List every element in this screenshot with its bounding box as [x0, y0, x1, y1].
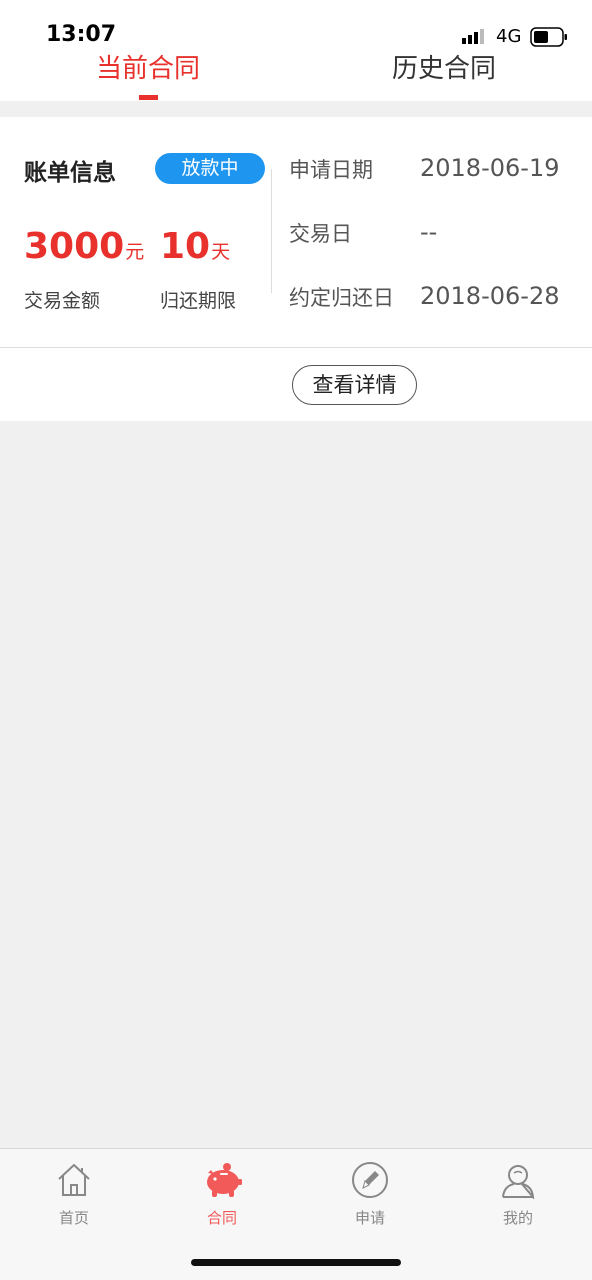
pencil-icon [352, 1162, 388, 1198]
view-details-button[interactable]: 查看详情 [292, 365, 417, 405]
status-bar: 13:07 4G [0, 0, 592, 52]
contract-card: 账单信息 放款中 3000元 10天 交易金额 归还期限 申请日期 2018-0… [0, 117, 592, 421]
term-label: 归还期限 [160, 290, 237, 312]
trade-date-value: -- [420, 218, 438, 246]
term-unit: 天 [211, 241, 231, 263]
piggy-bank-icon [207, 1163, 242, 1197]
home-icon [58, 1164, 90, 1196]
due-date-value: 2018-06-28 [420, 282, 560, 310]
nav-label-home: 首页 [58, 1209, 89, 1227]
apply-date-value: 2018-06-19 [420, 154, 560, 182]
bill-info-title: 账单信息 [24, 160, 116, 186]
due-date-label: 约定归还日 [289, 286, 394, 310]
amount-value: 3000 [24, 226, 125, 267]
user-icon [502, 1165, 535, 1199]
nav-item-contract[interactable]: 合同 [148, 1149, 296, 1239]
card-divider [0, 347, 592, 348]
active-tab-indicator [139, 95, 158, 100]
battery-icon [530, 27, 567, 47]
home-indicator [191, 1259, 401, 1266]
tab-current-contract[interactable]: 当前合同 [0, 52, 296, 101]
nav-label-mine: 我的 [502, 1209, 533, 1227]
transaction-amount: 3000元 [24, 225, 144, 274]
repayment-term: 10天 [160, 225, 230, 274]
trade-date-label: 交易日 [289, 222, 352, 246]
term-value: 10 [160, 226, 211, 267]
amount-unit: 元 [125, 241, 145, 263]
nav-item-mine[interactable]: 我的 [444, 1149, 592, 1239]
amount-label: 交易金额 [24, 290, 101, 312]
apply-date-label: 申请日期 [289, 158, 373, 182]
nav-label-contract: 合同 [206, 1209, 237, 1227]
nav-label-apply: 申请 [354, 1209, 385, 1227]
status-time: 13:07 [46, 22, 117, 47]
contract-tabs: 当前合同 历史合同 [0, 52, 592, 101]
signal-icon [462, 29, 484, 44]
nav-item-apply[interactable]: 申请 [296, 1149, 444, 1239]
tab-history-contract[interactable]: 历史合同 [296, 52, 592, 101]
status-badge: 放款中 [155, 153, 265, 184]
vertical-divider [271, 169, 272, 293]
nav-item-home[interactable]: 首页 [0, 1149, 148, 1239]
network-type: 4G [496, 26, 522, 47]
